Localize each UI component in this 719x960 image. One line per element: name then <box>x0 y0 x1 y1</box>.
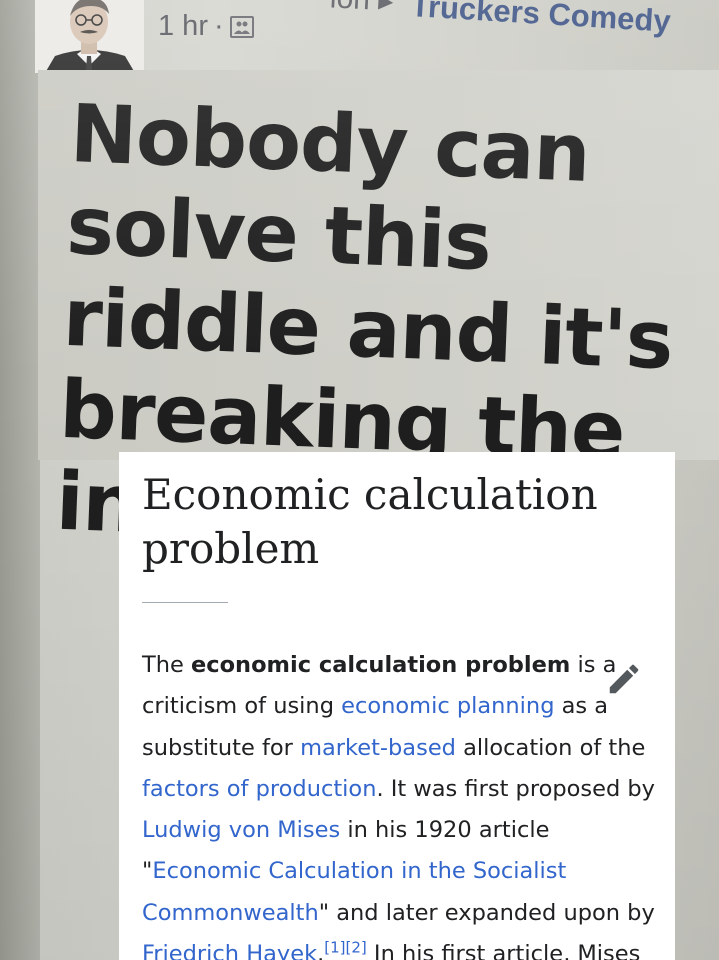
lead-bold-term: economic calculation problem <box>191 652 571 678</box>
lead-text: In his first article, Mises <box>366 941 641 960</box>
link-economic-planning[interactable]: economic planning <box>341 693 554 719</box>
wikipedia-article-card: Economic calculation problem The economi… <box>119 452 675 960</box>
article-lead-paragraph: The economic calculation problem is a cr… <box>142 645 662 960</box>
group-name-link[interactable]: Truckers Comedy <box>410 0 672 40</box>
pencil-icon[interactable] <box>605 660 643 698</box>
link-friedrich-hayek[interactable]: Friedrich Hayek <box>142 941 317 960</box>
title-divider <box>142 602 228 603</box>
post-header-truncated-text: ion ▸ <box>329 0 394 19</box>
avatar[interactable] <box>35 0 144 73</box>
lead-text: . It was first proposed by <box>376 775 656 802</box>
photo-of-screen: ion ▸ Truckers Comedy 1 hr · Nobody can … <box>0 0 719 960</box>
meta-separator: · <box>213 10 224 42</box>
group-audience-icon[interactable] <box>229 15 254 38</box>
link-factors-of-production[interactable]: factors of production <box>142 776 376 802</box>
portrait-photo <box>35 0 144 73</box>
reference-links[interactable]: [1][2] <box>324 939 367 957</box>
lead-text: " and later expanded upon by <box>318 899 655 926</box>
link-market-based[interactable]: market-based <box>300 735 456 761</box>
lead-text: The <box>142 652 191 678</box>
post-timestamp[interactable]: 1 hr <box>158 10 208 43</box>
article-title: Economic calculation problem <box>142 470 598 573</box>
post-meta: 1 hr · <box>158 10 254 43</box>
link-ludwig-von-mises[interactable]: Ludwig von Mises <box>142 817 340 843</box>
lead-text: allocation of the <box>455 734 646 761</box>
monitor-edge <box>0 0 40 960</box>
